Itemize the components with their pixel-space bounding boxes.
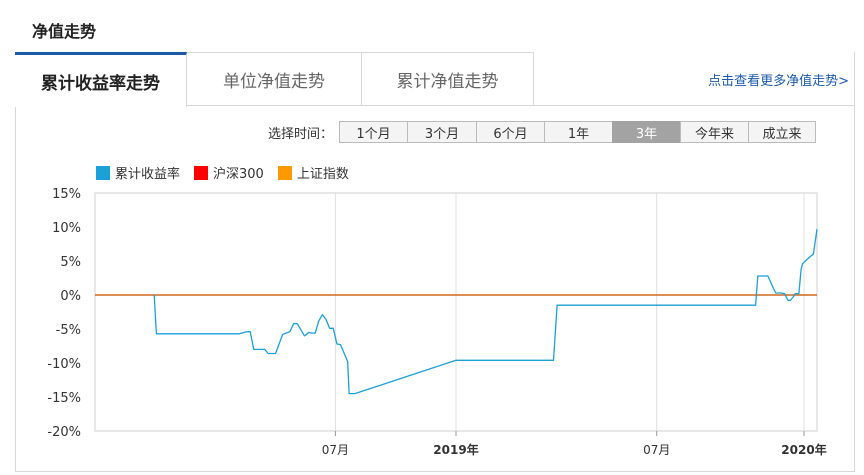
y-tick-label: -5% bbox=[56, 323, 81, 338]
x-tick-label: 07月 bbox=[322, 443, 349, 457]
y-tick-label: 10% bbox=[52, 221, 81, 236]
x-tick-label: 07月 bbox=[643, 443, 670, 457]
y-tick-label: -20% bbox=[47, 425, 81, 440]
y-tick-label: -15% bbox=[47, 391, 81, 406]
x-tick-label: 2020年 bbox=[781, 442, 826, 457]
y-tick-label: 0% bbox=[60, 289, 81, 304]
y-tick-label: 5% bbox=[60, 255, 81, 270]
x-tick-label: 2019年 bbox=[433, 442, 478, 457]
y-tick-label: 15% bbox=[52, 187, 81, 202]
series-line-cumulative-return bbox=[153, 228, 818, 395]
cumulative-return-chart: 07月 2019年 07月 2020年 15% 10% 5% 0% -5% -10% -15% -20… bbox=[47, 187, 826, 457]
y-tick-label: -10% bbox=[47, 357, 81, 372]
